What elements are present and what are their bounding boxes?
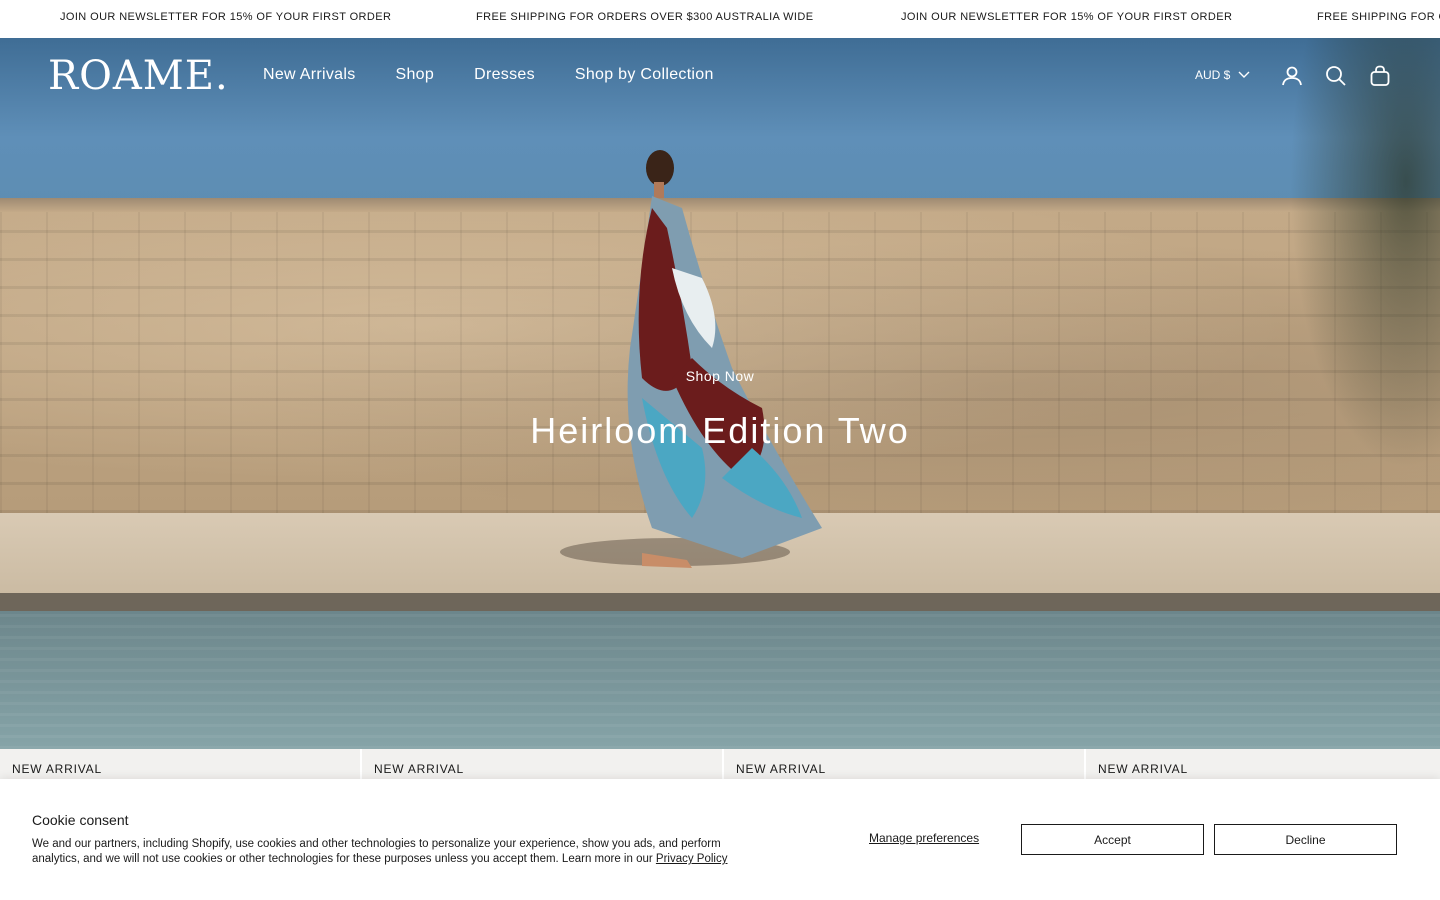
hero-banner[interactable]: Shop Now Heirloom Edition Two xyxy=(0,38,1440,749)
nav-new-arrivals[interactable]: New Arrivals xyxy=(263,66,356,84)
nav-shop-by-collection[interactable]: Shop by Collection xyxy=(575,66,714,84)
search-icon[interactable] xyxy=(1324,64,1348,88)
hero-title: Heirloom Edition Two xyxy=(530,410,910,451)
announcement-item: FREE SHIPPING FOR ORDERS OVER $300 AUSTR… xyxy=(476,11,814,23)
cookie-title: Cookie consent xyxy=(32,812,129,828)
cookie-body: We and our partners, including Shopify, … xyxy=(32,837,767,867)
currency-label: AUD $ xyxy=(1195,68,1231,82)
site-logo[interactable]: ROAME. xyxy=(48,56,229,96)
announcement-bar: JOIN OUR NEWSLETTER FOR 15% OF YOUR FIRS… xyxy=(0,0,1440,38)
new-arrival-badge: NEW ARRIVAL xyxy=(736,762,826,776)
chevron-down-icon xyxy=(1238,71,1250,78)
announcement-item: JOIN OUR NEWSLETTER FOR 15% OF YOUR FIRS… xyxy=(60,11,392,23)
pool-edge xyxy=(0,593,1440,611)
decline-button[interactable]: Decline xyxy=(1214,824,1397,855)
model-figure xyxy=(627,150,822,568)
pool-water xyxy=(0,611,1440,749)
cookie-body-text: We and our partners, including Shopify, … xyxy=(32,838,721,865)
nav-shop[interactable]: Shop xyxy=(396,66,435,84)
nav-dresses[interactable]: Dresses xyxy=(474,66,535,84)
currency-selector[interactable]: AUD $ xyxy=(1195,68,1250,82)
accept-button[interactable]: Accept xyxy=(1021,824,1204,855)
announcement-item: FREE SHIPPING FOR OR xyxy=(1317,11,1440,23)
shop-now-link[interactable]: Shop Now xyxy=(0,368,1440,384)
privacy-policy-link[interactable]: Privacy Policy xyxy=(656,853,728,865)
main-nav: New Arrivals Shop Dresses Shop by Collec… xyxy=(263,66,714,84)
manage-preferences-link[interactable]: Manage preferences xyxy=(869,831,979,845)
new-arrival-badge: NEW ARRIVAL xyxy=(374,762,464,776)
new-arrival-badge: NEW ARRIVAL xyxy=(12,762,102,776)
announcement-item: JOIN OUR NEWSLETTER FOR 15% OF YOUR FIRS… xyxy=(901,11,1233,23)
new-arrival-badge: NEW ARRIVAL xyxy=(1098,762,1188,776)
bag-icon[interactable] xyxy=(1368,64,1392,88)
account-icon[interactable] xyxy=(1280,64,1304,88)
cookie-banner: Cookie consent We and our partners, incl… xyxy=(0,779,1440,900)
